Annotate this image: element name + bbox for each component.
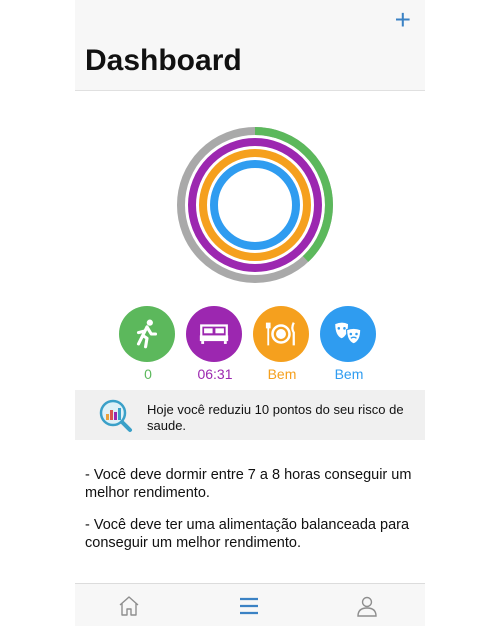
menu-list-icon[interactable] [237, 594, 261, 618]
tip-item: - Você deve ter uma alimentação balancea… [85, 517, 410, 551]
stats-row: 0 06:31 Bem Bem [119, 306, 379, 386]
sleep-value: 06:31 [197, 366, 233, 382]
activity-rings [177, 127, 333, 283]
food-ring [199, 149, 311, 261]
mood-ring [210, 160, 300, 250]
profile-icon[interactable] [355, 594, 379, 618]
add-button[interactable]: + [395, 6, 411, 34]
activity-value: 0 [144, 366, 152, 382]
tip-item: - Você deve dormir entre 7 a 8 horas con… [85, 467, 412, 501]
page-title: Dashboard [85, 44, 242, 77]
stat-mood[interactable]: Bem [320, 306, 378, 382]
theater-masks-icon [320, 306, 376, 362]
health-report-icon [99, 399, 132, 432]
running-person-icon [119, 306, 175, 362]
bed-icon [186, 306, 242, 362]
mood-value: Bem [334, 366, 364, 382]
tab-bar [75, 583, 425, 626]
tips-list: - Você deve dormir entre 7 a 8 horas con… [85, 466, 415, 566]
food-value: Bem [267, 366, 297, 382]
health-notice-text: Hoje você reduziu 10 pontos do seu risco… [147, 402, 404, 433]
header: + Dashboard [75, 0, 425, 91]
health-notice: Hoje você reduziu 10 pontos do seu risco… [75, 390, 425, 440]
app-screen: + Dashboard 0 06:31 Bem Bem Hoje você re… [75, 0, 425, 626]
home-icon[interactable] [117, 594, 141, 618]
stat-sleep[interactable]: 06:31 [186, 306, 244, 382]
plate-cutlery-icon [253, 306, 309, 362]
stat-activity[interactable]: 0 [119, 306, 177, 382]
stat-food[interactable]: Bem [253, 306, 311, 382]
